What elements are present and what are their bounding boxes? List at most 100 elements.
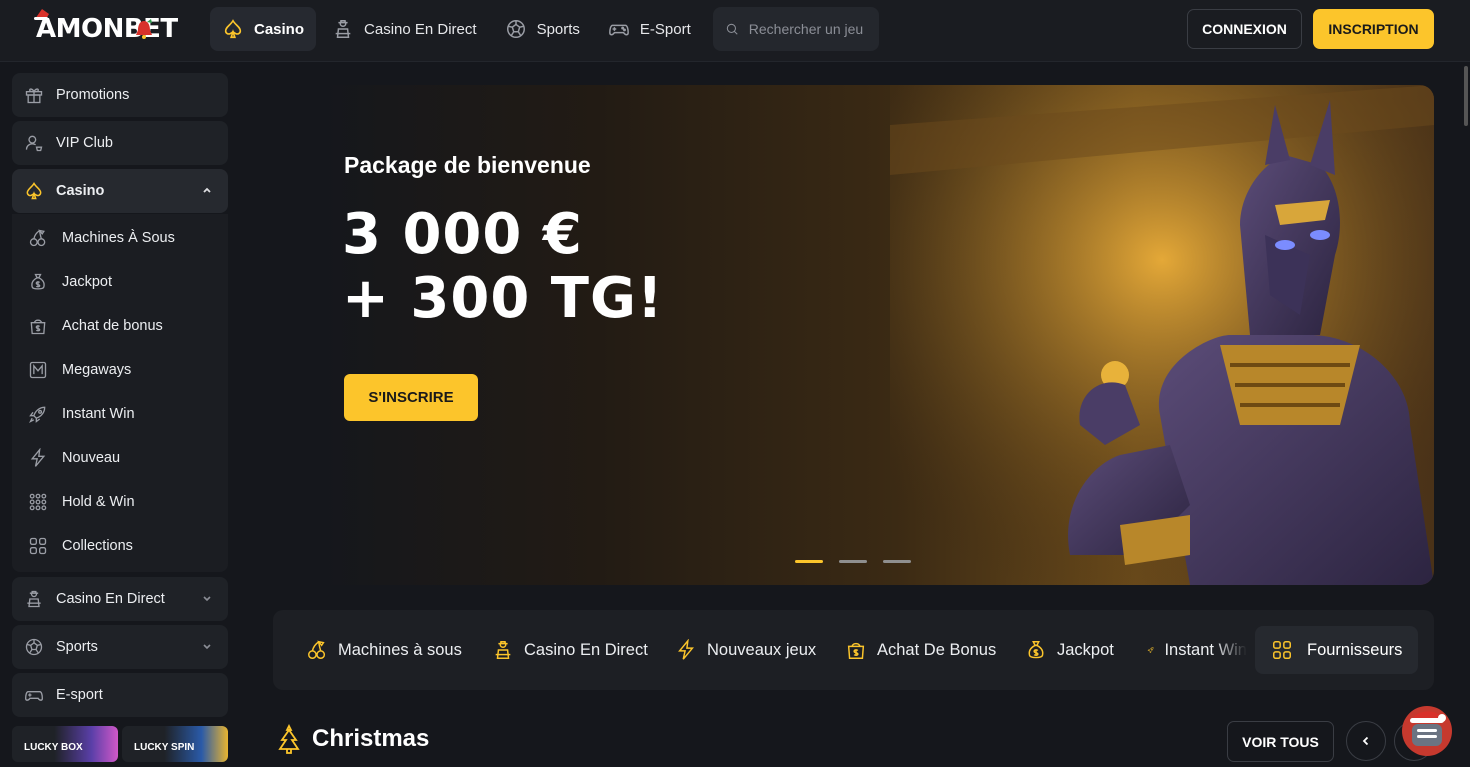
category-new-games[interactable]: Nouveaux jeux [675,628,816,672]
lightning-icon [30,448,46,467]
nav-sports[interactable]: Sports [493,7,592,51]
sidebar-item-live-casino[interactable]: Casino En Direct [12,577,228,621]
sidebar-subitem-megaways[interactable]: Megaways [28,355,218,385]
category-slots[interactable]: Machines à sous [306,628,462,672]
soccer-ball-icon [506,20,525,38]
rocket-icon [29,406,46,423]
section-title: Christmas [312,725,430,752]
christmas-bell-icon [136,19,152,39]
view-all-button[interactable]: VOIR TOUS [1227,721,1334,762]
carousel-dot[interactable] [839,560,867,563]
sidebar-item-vip-club[interactable]: VIP Club [12,121,228,165]
casino-submenu: Machines À Sous Jackpot Achat de bonus M… [12,214,228,572]
chat-icon [1410,711,1446,746]
nav-esport[interactable]: E-Sport [596,7,703,51]
bonus-bag-icon [30,319,46,335]
megaways-icon [29,361,47,379]
sidebar-subitem-label: Collections [62,538,133,554]
dealer-icon [335,20,351,38]
dealer-icon [27,590,41,608]
chevron-down-icon [203,644,211,650]
sidebar-subitem-hold-win[interactable]: Hold & Win [28,487,218,517]
category-label: Achat De Bonus [877,640,997,659]
cherries-icon [29,229,46,247]
grid-icon [1273,641,1291,659]
sidebar-item-esport[interactable]: E-sport [12,673,228,717]
category-bonus-buy[interactable]: Achat De Bonus [845,628,996,672]
sidebar-subitem-label: Nouveau [62,450,121,466]
lucky-box-label: LUCKY BOX [24,742,83,753]
gamepad-icon [609,24,629,36]
game-search[interactable] [712,7,879,51]
hero-title: Package de bienvenue [344,152,591,178]
grid-icon [29,537,47,555]
amonbet-logo[interactable]: AMONBET [34,9,178,44]
sidebar-subitem-label: Achat de bonus [62,318,163,334]
login-button[interactable]: CONNEXION [1187,9,1302,49]
hold-win-icon [29,493,47,511]
category-jackpot[interactable]: Jackpot [1025,628,1114,672]
nav-casino[interactable]: Casino [210,7,317,51]
nav-sports-label: Sports [536,20,580,38]
category-label: Casino En Direct [524,640,648,659]
sidebar-item-label: VIP Club [56,135,113,151]
spade-icon [224,19,242,39]
sidebar-subitem-collections[interactable]: Collections [28,531,218,561]
sidebar-item-label: Promotions [56,87,130,103]
providers-button[interactable]: Fournisseurs [1255,626,1418,674]
carousel-dot[interactable] [795,560,823,563]
carousel-dots [795,560,911,563]
sidebar-item-label: Casino En Direct [56,591,165,607]
sidebar-item-promotions[interactable]: Promotions [12,73,228,117]
dealer-icon [495,641,511,659]
sidebar-item-casino[interactable]: Casino [12,169,228,213]
nav-casino-label: Casino [254,20,305,38]
register-button[interactable]: INSCRIPTION [1313,9,1434,49]
lucky-spin-label: LUCKY SPIN [134,742,195,753]
category-label: Jackpot [1057,640,1114,659]
lightning-icon [678,639,694,660]
anubis-illustration [890,85,1434,585]
sidebar-subitem-jackpot[interactable]: Jackpot [28,267,218,297]
sidebar-item-label: Casino [56,183,105,199]
money-bag-icon [1028,641,1044,659]
category-label: Instant Win [1164,640,1247,659]
sidebar-subitem-bonus-buy[interactable]: Achat de bonus [28,311,218,341]
nav-live-casino[interactable]: Casino En Direct [320,7,489,51]
nav-esport-label: E-Sport [639,20,691,38]
money-bag-icon [31,273,45,290]
main-nav: Casino Casino En Direct Sports E-Sport [210,7,879,51]
category-live-casino[interactable]: Casino En Direct [492,628,648,672]
spade-icon [26,182,42,200]
sidebar-subitem-label: Jackpot [62,274,112,290]
carousel-prev-button[interactable] [1346,721,1386,761]
lucky-spin-tile[interactable]: LUCKY SPIN [122,726,228,762]
sidebar-item-sports[interactable]: Sports [12,625,228,669]
sidebar-subitem-slots[interactable]: Machines À Sous [28,223,218,253]
sidebar-subitem-label: Hold & Win [62,494,135,510]
chat-support-button[interactable] [1402,706,1452,756]
sidebar-subitem-label: Megaways [62,362,132,378]
category-label: Machines à sous [338,640,462,659]
promo-tiles: LUCKY BOX LUCKY SPIN [12,726,228,762]
rocket-icon [1147,647,1154,654]
carousel-dot[interactable] [883,560,911,563]
santa-hat-icon [34,9,49,20]
sidebar-subitem-label: Instant Win [62,406,135,422]
hero-signup-button[interactable]: S'INSCRIRE [344,374,478,421]
category-bar: Machines à sous Casino En Direct Nouveau… [273,610,1434,690]
scrollbar-thumb[interactable] [1464,66,1468,126]
bonus-bag-icon [847,642,865,659]
page-scrollbar[interactable] [1462,62,1470,767]
sidebar-subitem-new[interactable]: Nouveau [28,443,218,473]
nav-live-casino-label: Casino En Direct [364,20,477,38]
gamepad-icon [24,691,44,701]
category-label: Nouveaux jeux [707,640,817,659]
christmas-tree-icon [278,724,300,754]
providers-label: Fournisseurs [1307,640,1403,659]
sidebar-subitem-instant-win[interactable]: Instant Win [28,399,218,429]
category-instant-win[interactable]: Instant Win [1147,628,1247,672]
lucky-box-tile[interactable]: LUCKY BOX [12,726,118,762]
search-input[interactable] [748,21,867,37]
chevron-left-icon [1362,736,1369,746]
